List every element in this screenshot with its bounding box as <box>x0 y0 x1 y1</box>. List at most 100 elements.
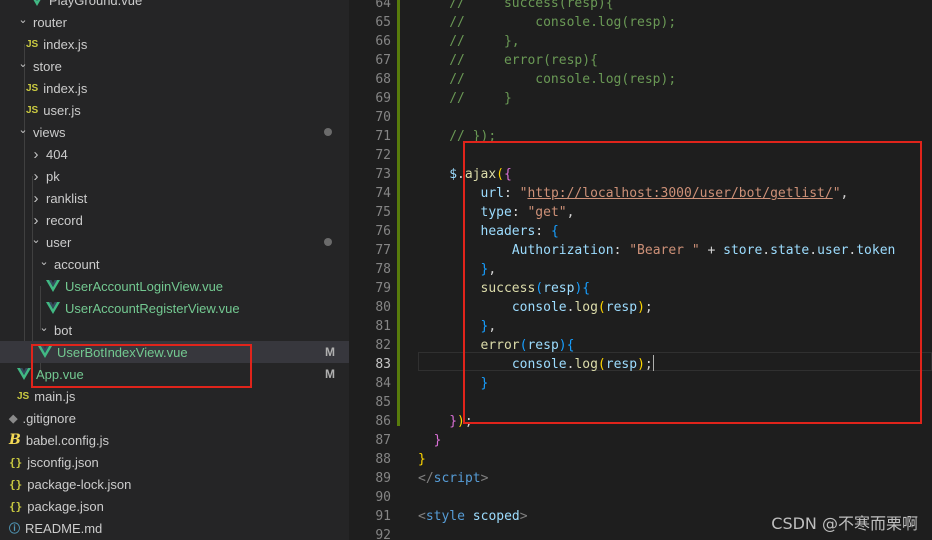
code-line[interactable]: 84 } <box>349 374 932 393</box>
code-token: { <box>503 167 512 182</box>
modified-badge: M <box>325 367 335 381</box>
explorer-item[interactable]: ⌄ router <box>0 11 349 33</box>
code-line[interactable]: 64 // success(resp){ <box>349 0 932 13</box>
code-line[interactable]: 69 // } <box>349 89 932 108</box>
code-token: "get" <box>527 205 567 220</box>
code-line[interactable]: 81 }, <box>349 317 932 336</box>
explorer-item[interactable]: ◆ .gitignore <box>0 407 349 429</box>
explorer-item[interactable]: JS user.js <box>0 99 349 121</box>
code-token: , <box>488 262 497 277</box>
code-line[interactable]: 73 $.ajax({ <box>349 165 932 184</box>
code-token: // console.log(resp); <box>449 72 677 87</box>
explorer-item-label: 404 <box>46 146 68 162</box>
code-text: <style scoped> <box>418 507 528 526</box>
explorer-item[interactable]: JS main.js <box>0 385 349 407</box>
code-token: success <box>480 281 536 296</box>
code-line[interactable]: 88} <box>349 450 932 469</box>
explorer-item[interactable]: ⌄ bot <box>0 319 349 341</box>
explorer-item[interactable]: {} package-lock.json <box>0 473 349 495</box>
vue-icon <box>17 368 31 380</box>
code-token: ) <box>457 414 465 429</box>
code-token: } <box>418 452 426 467</box>
code-token: ( <box>535 281 544 296</box>
code-token: resp <box>605 300 638 315</box>
explorer-item[interactable]: ⌄ user <box>0 231 349 253</box>
explorer-item-label: jsconfig.json <box>27 454 99 470</box>
code-line[interactable]: 67 // error(resp){ <box>349 51 932 70</box>
code-text: } <box>434 431 442 450</box>
code-line[interactable]: 80 console.log(resp); <box>349 298 932 317</box>
code-line[interactable]: 68 // console.log(resp); <box>349 70 932 89</box>
code-line[interactable]: 85 <box>349 393 932 412</box>
code-line[interactable]: 79 success(resp){ <box>349 279 932 298</box>
line-number: 68 <box>375 72 391 87</box>
line-number: 89 <box>375 471 391 486</box>
code-line[interactable]: 75 type: "get", <box>349 203 932 222</box>
code-token: < <box>418 509 426 524</box>
code-text: }, <box>449 260 497 279</box>
code-text: Authorization: "Bearer " + store.state.u… <box>449 241 896 260</box>
explorer-item[interactable]: PlayGround.vue <box>0 0 349 11</box>
explorer-item[interactable]: JS index.js <box>0 33 349 55</box>
line-number: 83 <box>375 357 391 372</box>
explorer-item[interactable]: › ranklist <box>0 187 349 209</box>
explorer-item[interactable]: {} jsconfig.json <box>0 451 349 473</box>
code-line[interactable]: 87} <box>349 431 932 450</box>
explorer-item[interactable]: {} package.json <box>0 495 349 517</box>
code-text: </script> <box>418 469 488 488</box>
code-editor[interactable]: 64 // success(resp){65 // console.log(resp… <box>349 0 932 540</box>
explorer-item[interactable]: Bbabel.config.js <box>0 429 349 451</box>
code-line[interactable]: 65 // console.log(resp); <box>349 13 932 32</box>
explorer-item[interactable]: ⓘ README.md <box>0 517 349 539</box>
line-number: 66 <box>375 34 391 49</box>
explorer-item[interactable]: UserBotIndexView.vue M <box>0 341 349 363</box>
code-line[interactable]: 71 // }); <box>349 127 932 146</box>
code-token: , <box>488 319 497 334</box>
code-line[interactable]: 72 <box>349 146 932 165</box>
explorer-item[interactable]: JS index.js <box>0 77 349 99</box>
code-line[interactable]: 70 <box>349 108 932 127</box>
code-text: // error(resp){ <box>449 51 598 70</box>
explorer-item[interactable]: › 404 <box>0 143 349 165</box>
code-line[interactable]: 77 Authorization: "Bearer " + store.stat… <box>349 241 932 260</box>
code-line[interactable]: 89 </script> <box>349 469 932 488</box>
explorer-item[interactable]: ⌄ store <box>0 55 349 77</box>
explorer-item-label: user.js <box>43 102 81 118</box>
code-token: ; <box>644 357 653 372</box>
explorer-item[interactable]: UserAccountRegisterView.vue <box>0 297 349 319</box>
code-text: // console.log(resp); <box>449 70 676 89</box>
code-line[interactable]: 83 console.log(resp); <box>349 355 932 374</box>
explorer-item-label: router <box>33 14 67 30</box>
code-token: Authorization <box>511 243 614 258</box>
explorer-item-label: UserBotIndexView.vue <box>57 344 188 360</box>
line-number: 72 <box>375 148 391 163</box>
code-line[interactable]: 78 }, <box>349 260 932 279</box>
code-token: state <box>770 243 810 258</box>
code-token: headers <box>480 224 536 239</box>
explorer-item[interactable]: › record <box>0 209 349 231</box>
line-number: 91 <box>375 509 391 524</box>
code-line[interactable]: 90 <box>349 488 932 507</box>
code-line[interactable]: 66 // }, <box>349 32 932 51</box>
line-number: 86 <box>375 414 391 429</box>
code-line[interactable]: 74 url: "http://localhost:3000/user/bot/… <box>349 184 932 203</box>
code-token: type <box>480 205 512 220</box>
explorer-item[interactable]: ⌄ views <box>0 121 349 143</box>
code-line[interactable]: 82 error(resp){ <box>349 336 932 355</box>
code-line[interactable]: 76 headers: { <box>349 222 932 241</box>
code-line[interactable]: 86}); <box>349 412 932 431</box>
explorer-item[interactable]: ⌄ account <box>0 253 349 275</box>
line-number: 65 <box>375 15 391 30</box>
explorer-item[interactable]: UserAccountLoginView.vue <box>0 275 349 297</box>
explorer-item[interactable]: › pk <box>0 165 349 187</box>
explorer-item-label: babel.config.js <box>25 432 109 448</box>
code-token: "Bearer " <box>629 243 700 258</box>
line-number: 81 <box>375 319 391 334</box>
code-token: ) <box>637 357 645 372</box>
babel-icon: B <box>9 432 21 448</box>
code-text: } <box>418 450 426 469</box>
explorer-item[interactable]: App.vue M <box>0 363 349 385</box>
code-token: , <box>566 205 575 220</box>
code-text: type: "get", <box>449 203 575 222</box>
code-token: > <box>519 509 528 524</box>
